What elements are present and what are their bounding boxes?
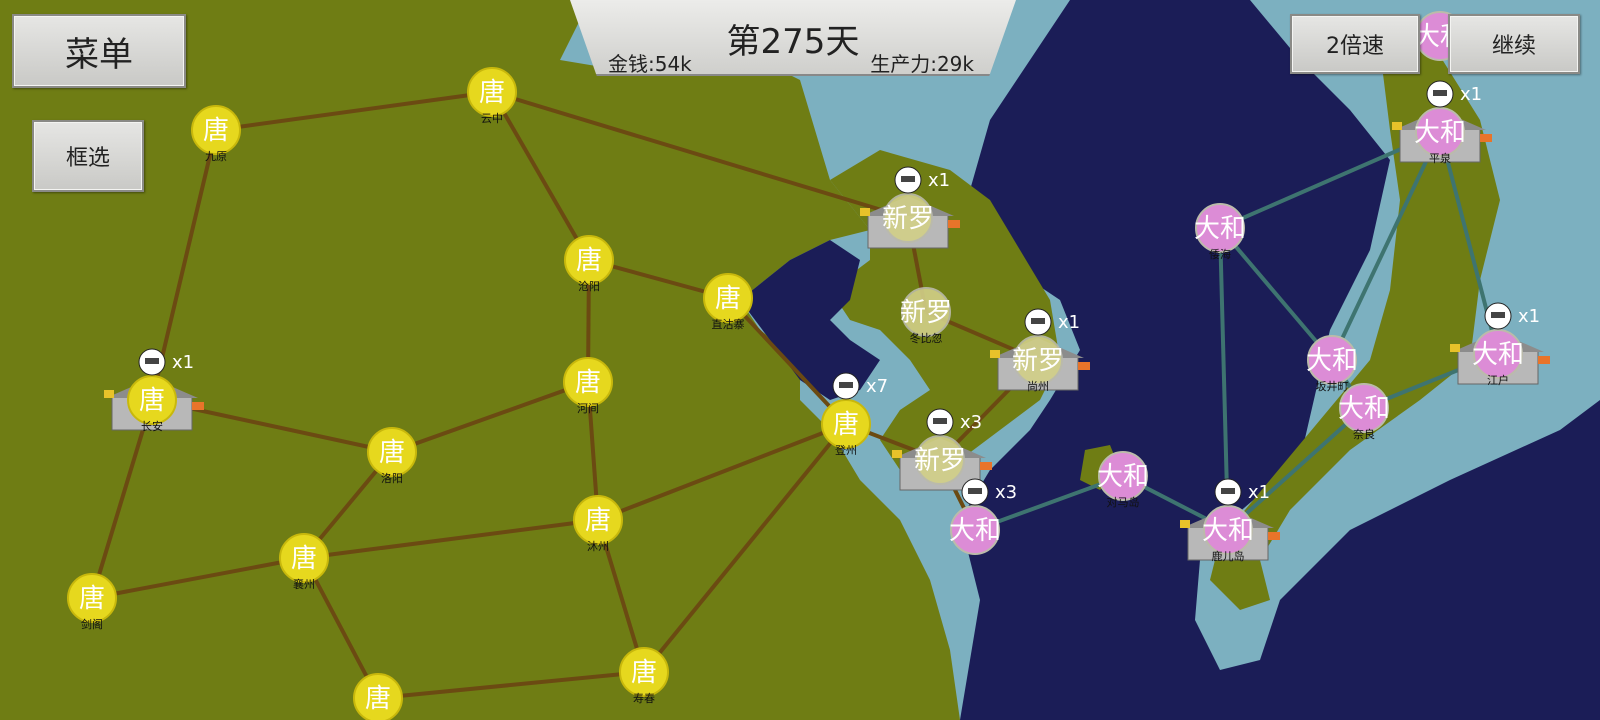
strategy-map[interactable]: 唐九原唐云中唐沧阳 唐直沽寨唐河间唐长安x1唐洛阳唐登州x7唐沐州唐襄州唐剑阁唐寿… <box>0 0 1600 720</box>
army-count-label: x1 <box>1518 306 1540 327</box>
city-faction-label: 唐 <box>575 368 601 398</box>
city-faction-label: 大和 <box>1414 118 1466 148</box>
city-name-label: 河间 <box>577 402 599 415</box>
city-faction-label: 新罗 <box>882 204 934 234</box>
money-readout: 金钱:54k <box>608 52 692 76</box>
army-unit-icon[interactable] <box>138 348 166 376</box>
city-faction-label: 唐 <box>833 410 859 440</box>
army-unit-icon[interactable] <box>832 372 860 400</box>
speed-button[interactable]: 2倍速 <box>1290 14 1420 74</box>
city-faction-label: 大和 <box>1472 340 1524 370</box>
city-faction-label: 唐 <box>631 658 657 688</box>
city-name-label: 倭海 <box>1209 247 1231 261</box>
status-panel: 第275天 金钱:54k 生产力:29k <box>570 0 1016 76</box>
army-count-label: x1 <box>1058 312 1080 333</box>
city-name-label: 剑阁 <box>81 617 103 631</box>
army-count-label: x7 <box>866 376 888 397</box>
menu-button[interactable]: 菜单 <box>12 14 186 88</box>
army-count-label: x1 <box>172 352 194 373</box>
army-unit-icon[interactable] <box>961 478 989 506</box>
army-count-label: x3 <box>995 482 1017 503</box>
city-name-label: 洛阳 <box>381 471 403 485</box>
army-unit-icon[interactable] <box>1024 308 1052 336</box>
army-count-label: x1 <box>1248 482 1270 503</box>
production-readout: 生产力:29k <box>870 52 974 76</box>
city-faction-label: 唐 <box>203 116 229 146</box>
army-unit-icon[interactable] <box>926 408 954 436</box>
city-name-label: 直沽寨 <box>712 317 745 331</box>
city-faction-label: 新罗 <box>900 298 952 328</box>
city-faction-label: 大和 <box>1194 214 1246 244</box>
city-name-label: 长安 <box>141 419 163 433</box>
city-name-label: 坂井町 <box>1316 379 1349 393</box>
city-name-label: 鹿儿岛 <box>1212 549 1245 563</box>
city-name-label: 云中 <box>481 112 503 125</box>
city-faction-label: 唐 <box>139 386 165 416</box>
city-faction-label: 大和 <box>1097 462 1149 492</box>
city-faction-label: 唐 <box>365 684 391 714</box>
city-name-label: 寿春 <box>633 691 655 705</box>
army-count-label: x1 <box>1460 84 1482 105</box>
city-name-label: 登州 <box>835 443 857 457</box>
city-name-label: 襄州 <box>293 577 315 591</box>
city-name-label: 江户 <box>1487 373 1509 387</box>
army-unit-icon[interactable] <box>1214 478 1242 506</box>
city-faction-label: 新罗 <box>914 446 966 476</box>
army-unit-icon[interactable] <box>1484 302 1512 330</box>
city-faction-label: 唐 <box>479 78 505 108</box>
city-name-label: 平泉 <box>1429 151 1451 165</box>
city-faction-label: 唐 <box>79 584 105 614</box>
city-name-label: 沧阳 <box>578 279 600 293</box>
city-name-label: 冬比忽 <box>910 331 943 345</box>
city-faction-label: 大和 <box>1202 516 1254 546</box>
city-faction-label: 新罗 <box>1012 346 1064 376</box>
army-unit-icon[interactable] <box>894 166 922 194</box>
city-node[interactable]: 唐 <box>353 673 403 720</box>
city-faction-label: 大和 <box>1306 346 1358 376</box>
continue-button[interactable]: 继续 <box>1448 14 1580 74</box>
city-faction-label: 唐 <box>291 544 317 574</box>
city-name-label: 奈良 <box>1353 427 1375 441</box>
city-faction-label: 唐 <box>585 506 611 536</box>
city-name-label: 沐州 <box>587 540 609 553</box>
city-faction-label: 唐 <box>715 284 741 314</box>
army-count-label: x1 <box>928 170 950 191</box>
box-select-button[interactable]: 框选 <box>32 120 144 192</box>
city-name-label: 九原 <box>205 150 227 163</box>
army-unit-icon[interactable] <box>1426 80 1454 108</box>
city-faction-label: 唐 <box>379 438 405 468</box>
army-count-label: x3 <box>960 412 982 433</box>
city-faction-label: 大和 <box>949 516 1001 546</box>
city-faction-label: 大和 <box>1338 394 1390 424</box>
city-faction-label: 唐 <box>576 246 602 276</box>
city-name-label: 对马岛 <box>1107 495 1140 509</box>
city-name-label: 尚州 <box>1027 379 1049 393</box>
